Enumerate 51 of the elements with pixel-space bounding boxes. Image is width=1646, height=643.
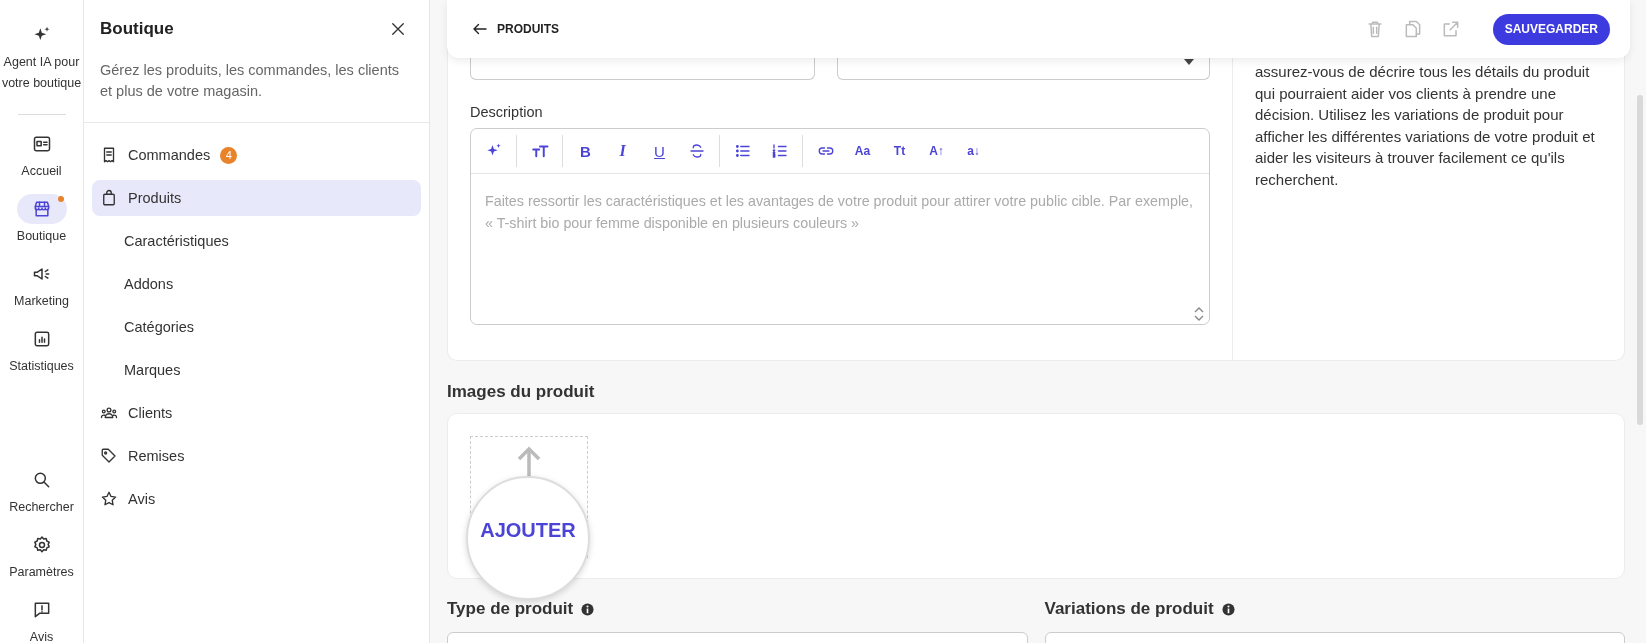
format-button[interactable]: Aa <box>844 136 881 166</box>
rail-label[interactable]: Boutique <box>1 226 82 247</box>
format-button[interactable]: I <box>604 136 641 166</box>
format-button[interactable]: a↓ <box>955 136 992 166</box>
nav-item[interactable]: Remises <box>92 438 421 474</box>
rail-label[interactable]: Paramètres <box>1 562 82 583</box>
settings-icon <box>31 535 52 555</box>
back-link[interactable]: PRODUITS <box>471 20 559 38</box>
format-button[interactable]: A↑ <box>918 136 955 166</box>
section-title: Type de produit <box>447 599 574 619</box>
nav-item[interactable]: Clients <box>92 395 421 431</box>
panel-description: Gérez les produits, les commandes, les clients et plus de votre magasin. <box>100 61 400 101</box>
info-icon[interactable] <box>581 602 595 616</box>
bullet-list-icon <box>733 142 752 160</box>
nav-item[interactable]: Avis <box>92 481 421 517</box>
strikethrough-icon <box>687 142 706 160</box>
nav-item[interactable]: Produits <box>92 180 421 216</box>
rail-label[interactable]: Accueil <box>1 161 82 182</box>
rich-text-editor[interactable]: B I U Aa Tt A↑ a↓ Faites ressortir les caractéristiques et les avantages de votre produit pour attirer votre public cible. Par exemple, « T-shirt bio pour femme disponible en plusieurs couleurs » <box>470 128 1210 325</box>
tag-icon <box>100 447 118 465</box>
resize-handle-icon[interactable] <box>1193 306 1205 322</box>
dashboard-icon <box>31 134 52 154</box>
rail-label[interactable]: Statistiques <box>1 356 82 377</box>
format-button[interactable]: U <box>641 136 678 166</box>
field-label: Description <box>470 104 544 120</box>
nav-item[interactable]: Commandes 4 <box>92 137 421 173</box>
add-image-label[interactable]: AJOUTER <box>480 518 576 542</box>
rail-label[interactable]: Marketing <box>1 291 82 312</box>
nav-subitem[interactable]: Marques <box>92 352 421 388</box>
panel-title: Boutique <box>100 19 174 39</box>
close-icon <box>389 20 407 38</box>
save-button[interactable]: SAUVEGARDER <box>1492 13 1610 45</box>
nav-subitem[interactable]: Caractéristiques <box>92 223 421 259</box>
scrollbar[interactable] <box>1637 95 1643 425</box>
rail-label[interactable]: Avis <box>1 627 82 643</box>
rail-button[interactable] <box>16 194 67 224</box>
rail-label[interactable]: Rechercher <box>1 497 82 518</box>
nav-subitem[interactable]: Addons <box>92 266 421 302</box>
section-title: Images du produit <box>447 382 596 402</box>
notification-dot <box>57 196 64 202</box>
shopping-bag-icon <box>100 189 118 207</box>
nav-subitem[interactable]: Catégories <box>92 309 421 345</box>
info-icon[interactable] <box>1221 602 1235 616</box>
format-button[interactable]: Tt <box>881 136 918 166</box>
numbered-list-icon <box>770 142 789 160</box>
count-badge: 4 <box>220 146 238 164</box>
help-text: assurez-vous de décrire tous les détails du produit qui pourraient aider vos clients à prendre une décision. Utilisez les variations de produit pour afficher les différentes variations de votre produit et aider les visiteurs à trouver facilement ce qu'ils recherchent. <box>1255 62 1596 190</box>
star-icon <box>100 490 118 508</box>
format-button[interactable]: B <box>567 136 604 166</box>
section-title: Variations de produit <box>1044 599 1214 619</box>
rail-label[interactable]: Agent IA pour votre boutique <box>1 52 82 94</box>
